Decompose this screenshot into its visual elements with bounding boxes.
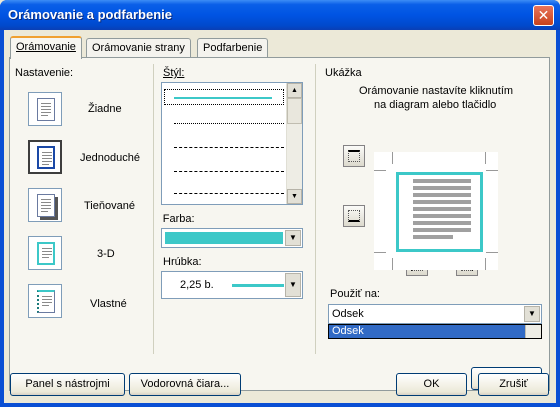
setting-shadow-label: Tieňované bbox=[84, 200, 135, 212]
setting-custom-label: Vlastné bbox=[90, 298, 127, 310]
style-dashed-line[interactable] bbox=[174, 171, 284, 172]
toolbar-button[interactable]: Panel s nástrojmi bbox=[10, 373, 125, 396]
separator bbox=[153, 64, 154, 354]
width-value: 2,25 b. bbox=[180, 279, 214, 291]
list-scrollbar[interactable] bbox=[525, 325, 541, 338]
tab-page-border[interactable]: Orámovanie strany bbox=[86, 38, 191, 59]
setting-none-button[interactable] bbox=[28, 92, 62, 126]
tab-page-border-label: Orámovanie strany bbox=[92, 42, 185, 54]
style-listbox[interactable]: ▲ ▼ bbox=[161, 82, 303, 205]
page-custom-icon bbox=[37, 290, 55, 313]
preview-hint-line1: Orámovanie nastavíte kliknutím bbox=[359, 85, 514, 97]
color-swatch bbox=[165, 232, 283, 244]
bottom-border-button[interactable] bbox=[343, 205, 365, 227]
style-label: Štýl: bbox=[163, 67, 185, 79]
color-label: FFarba: bbox=[162, 213, 195, 225]
page-none-icon bbox=[37, 98, 55, 121]
preview-label: Ukážka bbox=[325, 67, 362, 79]
border-bottom-icon bbox=[348, 210, 360, 222]
scroll-thumb[interactable] bbox=[287, 98, 302, 124]
settings-label: Nastavenie: bbox=[15, 67, 74, 79]
tab-borders[interactable]: Orámovanie bbox=[10, 36, 82, 59]
setting-box-label: Jednoduché bbox=[80, 152, 140, 164]
dialog-window: Orámovanie a podfarbenie ✕ Orámovanie Or… bbox=[0, 0, 560, 407]
close-button[interactable]: ✕ bbox=[533, 5, 554, 26]
style-scrollbar[interactable]: ▲ ▼ bbox=[286, 83, 302, 204]
tab-shading-label: Podfarbenie bbox=[203, 42, 263, 54]
horizontal-line-button[interactable]: Vodorovná čiara... bbox=[129, 373, 241, 396]
setting-box-button[interactable] bbox=[28, 140, 62, 174]
tab-borders-label: Orámovanie bbox=[16, 41, 76, 53]
apply-to-label: Použiť na: bbox=[330, 288, 380, 300]
apply-to-list[interactable]: Odsek bbox=[328, 324, 542, 339]
preview-border bbox=[396, 172, 483, 252]
title-bar[interactable]: Orámovanie a podfarbenie ✕ bbox=[0, 0, 560, 30]
chevron-down-icon[interactable]: ▼ bbox=[524, 306, 540, 322]
scroll-up-icon[interactable]: ▲ bbox=[287, 83, 302, 98]
border-top-icon bbox=[348, 150, 360, 162]
setting-3d-label: 3-D bbox=[97, 248, 115, 260]
chevron-down-icon[interactable]: ▼ bbox=[285, 230, 301, 246]
ok-button[interactable]: OK bbox=[396, 373, 467, 396]
dialog-body: Orámovanie Orámovanie strany Podfarbenie… bbox=[4, 30, 556, 403]
preview-diagram[interactable] bbox=[374, 152, 498, 270]
apply-to-value: Odsek bbox=[332, 308, 364, 320]
page-box-icon bbox=[37, 146, 55, 169]
separator bbox=[315, 64, 316, 354]
preview-hint-line2: na diagram alebo tlačidlo bbox=[374, 99, 497, 111]
tab-panel: Nastavenie: Žiadne Jednoduché Tieňované bbox=[9, 57, 550, 391]
setting-3d-button[interactable] bbox=[28, 236, 62, 270]
setting-shadow-button[interactable] bbox=[28, 188, 62, 222]
width-dropdown[interactable]: 2,25 b. ▼ bbox=[161, 271, 303, 299]
style-dash-dot-line[interactable] bbox=[174, 193, 284, 194]
color-dropdown[interactable]: ▼ bbox=[161, 228, 303, 248]
scroll-down-icon[interactable]: ▼ bbox=[287, 189, 302, 204]
style-dotted-line[interactable] bbox=[174, 123, 284, 124]
page-shadow-icon bbox=[37, 194, 55, 217]
chevron-down-icon[interactable]: ▼ bbox=[285, 273, 301, 297]
page-3d-icon bbox=[37, 242, 55, 265]
style-solid-line[interactable] bbox=[174, 97, 272, 99]
width-sample-line bbox=[232, 284, 284, 287]
setting-none-label: Žiadne bbox=[88, 103, 122, 115]
style-dashed-small-line[interactable] bbox=[174, 147, 284, 148]
color-label-text: Farba: bbox=[162, 213, 195, 225]
top-border-button[interactable] bbox=[343, 145, 365, 167]
width-label: Hrúbka: bbox=[163, 256, 202, 268]
window-title: Orámovanie a podfarbenie bbox=[8, 7, 172, 22]
setting-custom-button[interactable] bbox=[28, 284, 62, 318]
apply-to-dropdown[interactable]: Odsek ▼ bbox=[328, 304, 542, 324]
cancel-button[interactable]: Zrušiť bbox=[478, 373, 549, 396]
tab-shading[interactable]: Podfarbenie bbox=[197, 38, 269, 59]
apply-to-option[interactable]: Odsek bbox=[329, 325, 525, 338]
